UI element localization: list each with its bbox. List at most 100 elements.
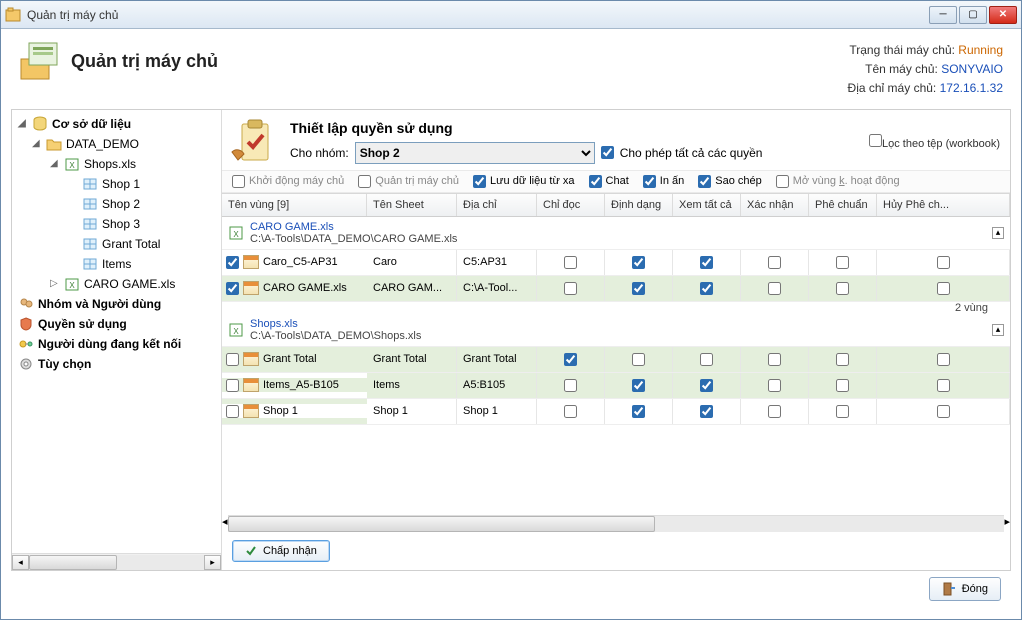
cell-ro[interactable] xyxy=(564,353,577,366)
clipboard-check-icon xyxy=(230,118,278,166)
scroll-track[interactable] xyxy=(228,515,1005,532)
tree-root[interactable]: ◢Cơ sở dữ liệu xyxy=(14,114,219,134)
tree-items[interactable]: Items xyxy=(14,254,219,274)
cell-rj[interactable] xyxy=(937,405,950,418)
col-name[interactable]: Tên vùng [9] xyxy=(222,194,367,216)
scroll-track[interactable] xyxy=(29,555,204,570)
svg-text:X: X xyxy=(69,281,75,290)
cell-fmt[interactable] xyxy=(632,256,645,269)
cell-ap[interactable] xyxy=(836,353,849,366)
cell-va[interactable] xyxy=(700,405,713,418)
cell-rj[interactable] xyxy=(937,282,950,295)
cell-ro[interactable] xyxy=(564,256,577,269)
scroll-right-button[interactable]: ▸ xyxy=(204,555,221,570)
row-select-checkbox[interactable] xyxy=(226,282,239,295)
scroll-thumb[interactable] xyxy=(29,555,117,570)
table-row[interactable]: Grant Total Grant Total Grant Total xyxy=(222,347,1010,373)
title-bar[interactable]: Quản trị máy chủ ─ ▢ ✕ xyxy=(1,1,1021,29)
nav-options[interactable]: Tùy chọn xyxy=(14,354,219,374)
tree-shop-3[interactable]: Shop 3 xyxy=(14,214,219,234)
tree-folder[interactable]: ◢DATA_DEMO xyxy=(14,134,219,154)
nav-permissions[interactable]: Quyền sử dụng xyxy=(14,314,219,334)
collapse-icon[interactable]: ▴ xyxy=(992,227,1004,239)
tree-file-shops[interactable]: ◢XShops.xls xyxy=(14,154,219,174)
col-reject[interactable]: Hủy Phê ch... xyxy=(877,194,1010,216)
cell-fmt[interactable] xyxy=(632,405,645,418)
perm-print-checkbox[interactable] xyxy=(643,175,656,188)
row-select-checkbox[interactable] xyxy=(226,379,239,392)
cell-ap[interactable] xyxy=(836,405,849,418)
filter-workbook-checkbox[interactable] xyxy=(869,134,882,147)
perm-copy-checkbox[interactable] xyxy=(698,175,711,188)
scroll-right-button[interactable]: ▸ xyxy=(1004,515,1010,532)
table-row[interactable]: CARO GAME.xls CARO GAM... C:\A-Tool... xyxy=(222,276,1010,302)
col-readonly[interactable]: Chỉ đọc xyxy=(537,194,605,216)
cell-cf[interactable] xyxy=(768,405,781,418)
scroll-thumb[interactable] xyxy=(228,516,655,532)
accept-button[interactable]: Chấp nhận xyxy=(232,540,330,562)
minimize-button[interactable]: ─ xyxy=(929,6,957,24)
perm-start-checkbox[interactable] xyxy=(232,175,245,188)
cell-ro[interactable] xyxy=(564,379,577,392)
cell-va[interactable] xyxy=(700,379,713,392)
col-format[interactable]: Định dạng xyxy=(605,194,673,216)
cell-ro[interactable] xyxy=(564,405,577,418)
cell-cf[interactable] xyxy=(768,379,781,392)
collapse-icon[interactable]: ▴ xyxy=(992,324,1004,336)
group-shops[interactable]: X Shops.xls C:\A-Tools\DATA_DEMO\Shops.x… xyxy=(222,314,1010,347)
group-caro[interactable]: X CARO GAME.xls C:\A-Tools\DATA_DEMO\CAR… xyxy=(222,217,1010,250)
cell-ap[interactable] xyxy=(836,379,849,392)
excel-file-icon: X xyxy=(228,322,244,338)
close-dialog-button[interactable]: Đóng xyxy=(929,577,1001,601)
table-row[interactable]: Items_A5-B105 Items A5:B105 xyxy=(222,373,1010,399)
name-value: SONYVAIO xyxy=(941,62,1003,76)
cell-cf[interactable] xyxy=(768,353,781,366)
col-confirm[interactable]: Xác nhận xyxy=(741,194,809,216)
row-select-checkbox[interactable] xyxy=(226,353,239,366)
cell-rj[interactable] xyxy=(937,256,950,269)
cell-ap[interactable] xyxy=(836,282,849,295)
perm-chat-checkbox[interactable] xyxy=(589,175,602,188)
group-select[interactable]: Shop 2 xyxy=(355,142,595,164)
tree-grant-total[interactable]: Grant Total xyxy=(14,234,219,254)
cell-fmt[interactable] xyxy=(632,282,645,295)
scroll-left-button[interactable]: ◂ xyxy=(12,555,29,570)
close-button[interactable]: ✕ xyxy=(989,6,1017,24)
sidebar-hscrollbar[interactable]: ◂ ▸ xyxy=(12,553,221,570)
cell-cf[interactable] xyxy=(768,256,781,269)
nav-connected-users[interactable]: Người dùng đang kết nối xyxy=(14,334,219,354)
col-addr[interactable]: Địa chỉ xyxy=(457,194,537,216)
perm-openinactive-checkbox[interactable] xyxy=(776,175,789,188)
cell-rj[interactable] xyxy=(937,353,950,366)
main-panel: Thiết lập quyền sử dụng Cho nhóm: Shop 2… xyxy=(222,110,1010,570)
cell-va[interactable] xyxy=(700,256,713,269)
table-row[interactable]: Caro_C5-AP31 Caro C5:AP31 xyxy=(222,250,1010,276)
nav-users-groups[interactable]: Nhóm và Người dùng xyxy=(14,294,219,314)
tree-shop-1[interactable]: Shop 1 xyxy=(14,174,219,194)
col-approve[interactable]: Phê chuẩn xyxy=(809,194,877,216)
row-select-checkbox[interactable] xyxy=(226,405,239,418)
tree-file-caro[interactable]: ▷XCARO GAME.xls xyxy=(14,274,219,294)
table-row[interactable]: Shop 1 Shop 1 Shop 1 xyxy=(222,399,1010,425)
grid-hscrollbar[interactable]: ◂ ▸ xyxy=(222,515,1010,532)
cell-ap[interactable] xyxy=(836,256,849,269)
grid-header: Tên vùng [9] Tên Sheet Địa chỉ Chỉ đọc Đ… xyxy=(222,194,1010,217)
cell-fmt[interactable] xyxy=(632,379,645,392)
cell-rj[interactable] xyxy=(937,379,950,392)
cell-cf[interactable] xyxy=(768,282,781,295)
cell-va[interactable] xyxy=(700,353,713,366)
cell-ro[interactable] xyxy=(564,282,577,295)
row-select-checkbox[interactable] xyxy=(226,256,239,269)
maximize-button[interactable]: ▢ xyxy=(959,6,987,24)
perm-admin-checkbox[interactable] xyxy=(358,175,371,188)
allow-all-checkbox[interactable] xyxy=(601,146,614,159)
cell-fmt[interactable] xyxy=(632,353,645,366)
addr-label: Địa chỉ máy chủ: xyxy=(848,81,937,95)
tree: ◢Cơ sở dữ liệu ◢DATA_DEMO ◢XShops.xls Sh… xyxy=(12,110,221,553)
col-sheet[interactable]: Tên Sheet xyxy=(367,194,457,216)
col-viewall[interactable]: Xem tất cả xyxy=(673,194,741,216)
cell-va[interactable] xyxy=(700,282,713,295)
range-icon xyxy=(82,256,98,272)
perm-remote-checkbox[interactable] xyxy=(473,175,486,188)
tree-shop-2[interactable]: Shop 2 xyxy=(14,194,219,214)
